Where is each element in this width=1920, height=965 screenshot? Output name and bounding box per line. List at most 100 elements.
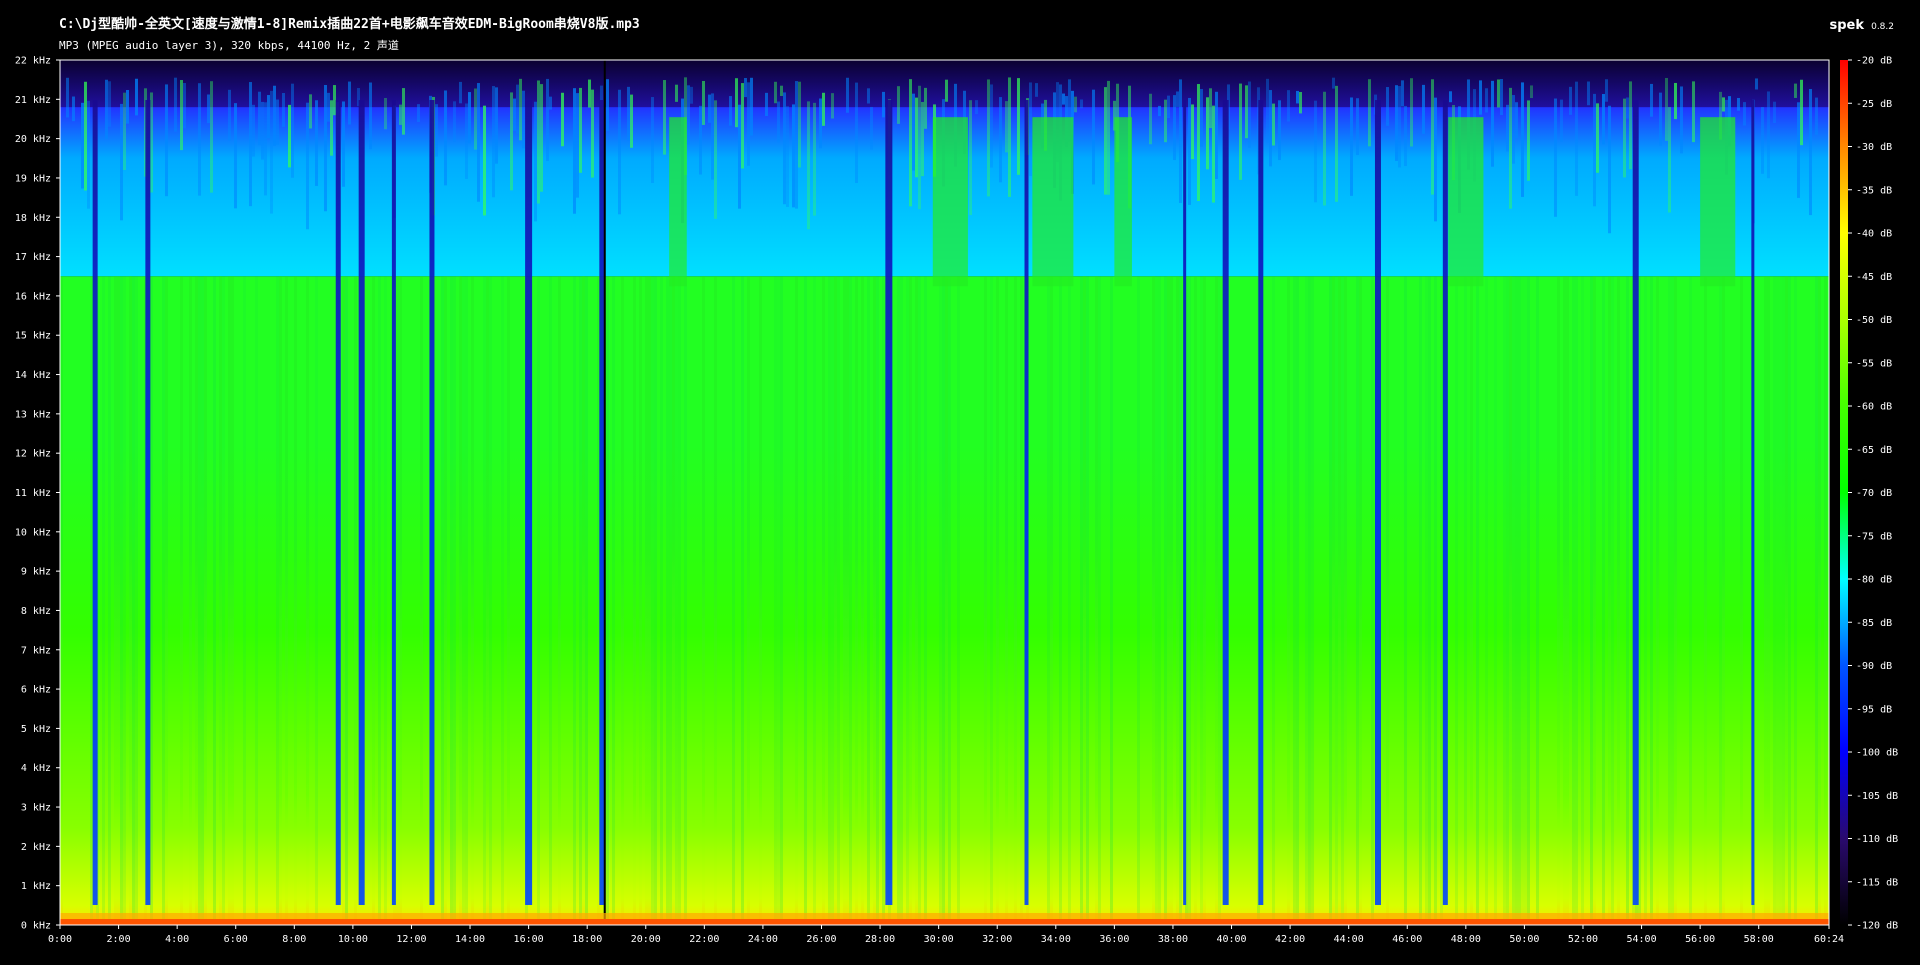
high-band-variation [291,83,294,178]
high-band-variation [81,102,84,189]
dropout-column [145,100,151,905]
texture-stripe [222,276,225,925]
high-band-variation [1608,105,1611,234]
high-band-variation [1737,97,1740,111]
x-tick-label: 48:00 [1451,934,1481,945]
high-band-variation [1278,100,1281,161]
texture-stripe [1218,276,1221,925]
high-band-variation [699,105,702,175]
texture-stripe [489,276,492,925]
texture-stripe [684,276,687,925]
high-band-variation [1434,97,1437,222]
x-tick-label: 46:00 [1392,934,1422,945]
high-band-variation [1197,84,1200,201]
high-band-variation [105,79,108,139]
high-band-variation [540,84,543,192]
texture-stripe [90,276,93,925]
high-band-variation [342,101,345,187]
x-tick-label: 44:00 [1334,934,1364,945]
texture-stripe [1170,276,1173,925]
time-axis: 0:00 2:00 4:00 6:00 8:00 10:00 12:00 14:00 16:00… [48,925,1844,945]
texture-stripe [396,276,399,925]
texture-stripe [129,276,132,925]
texture-stripe [1440,276,1443,925]
high-band-variation [711,93,714,180]
high-band-variation [84,81,87,191]
high-band-variation [288,104,291,168]
texture-stripe [1059,276,1062,925]
high-band-variation [969,100,972,216]
high-band-variation [798,81,801,168]
high-band-variation [1296,90,1299,104]
colorbar-tick-label: -100 dB [1856,748,1898,759]
texture-stripe [1152,276,1155,925]
high-band-variation [402,88,405,135]
texture-stripe [1137,276,1140,925]
y-tick-label: 10 kHz [15,527,51,538]
texture-stripe [1332,276,1335,925]
high-band-variation [120,103,123,221]
high-band-variation [975,100,978,115]
texture-stripe [1287,276,1290,925]
texture-stripe [1575,276,1578,925]
x-tick-label: 36:00 [1099,934,1129,945]
high-band-variation [1596,103,1599,173]
texture-stripe [1200,276,1203,925]
texture-stripe [1311,276,1314,925]
texture-stripe [795,276,798,925]
texture-stripe [1785,276,1788,925]
high-band-variation [1674,82,1677,120]
texture-stripe [675,276,678,925]
high-band-variation [912,93,915,171]
high-band-variation [627,86,630,141]
y-tick-label: 18 kHz [15,213,51,224]
high-band-variation [273,85,276,146]
x-tick-label: 26:00 [806,934,836,945]
texture-stripe [1485,276,1488,925]
dropout-column [335,100,341,905]
silence-gap [603,60,606,925]
texture-stripe [804,276,807,925]
high-band-variation [690,86,693,104]
high-band-variation [1245,85,1248,139]
dropout-column [1374,100,1381,905]
high-band-variation [135,78,138,116]
texture-stripe [939,276,942,925]
high-band-variation [807,101,810,230]
high-band-variation [333,85,336,116]
high-band-variation [1398,86,1401,168]
colorbar-tick-label: -30 dB [1856,142,1892,153]
high-band-variation [369,82,372,150]
texture-stripe [135,276,138,925]
x-tick-label: 28:00 [865,934,895,945]
high-band-variation [1212,105,1215,203]
texture-stripe [1773,276,1776,925]
texture-stripe [150,276,153,925]
high-band-variation [675,84,678,102]
y-tick-label: 1 kHz [21,881,51,892]
high-band-variation [150,92,153,193]
texture-stripe [1563,276,1566,925]
texture-stripe [645,276,648,925]
high-band-variation [516,84,519,134]
texture-stripe [1110,276,1113,925]
texture-stripe [342,276,345,925]
high-band-variation [576,93,579,198]
high-band-variation [468,92,471,144]
texture-stripe [1434,276,1437,925]
high-band-variation [741,83,744,169]
y-tick-label: 12 kHz [15,449,51,460]
texture-stripe [1512,276,1515,925]
x-tick-label: 4:00 [165,934,189,945]
x-tick-label: 2:00 [107,934,131,945]
texture-stripe [1308,276,1311,925]
high-band-variation [1569,86,1572,115]
spectrogram-plot [59,59,1830,926]
high-band-variation [1692,81,1695,143]
texture-stripe [834,276,837,925]
high-band-variation [1515,102,1518,138]
texture-stripe [483,276,486,925]
texture-stripe [1536,276,1539,925]
colorbar-tick-label: -115 dB [1856,877,1898,888]
high-band-variation [249,82,252,207]
